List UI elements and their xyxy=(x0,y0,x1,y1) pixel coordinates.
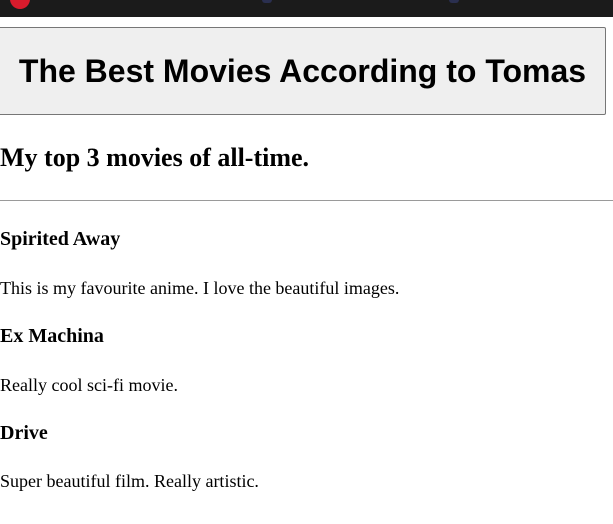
movie-description: Super beautiful film. Really artistic. xyxy=(0,471,259,491)
movie-title: Drive xyxy=(0,422,48,444)
tab-indicator-icon xyxy=(262,0,272,3)
movie-description: This is my favourite anime. I love the b… xyxy=(0,278,400,298)
page-subtitle: My top 3 movies of all-time. xyxy=(0,143,310,172)
page-title-button[interactable]: The Best Movies According to Tomas xyxy=(0,27,606,115)
movie-title: Spirited Away xyxy=(0,228,121,250)
section-divider xyxy=(0,200,613,201)
browser-top-strip xyxy=(0,0,613,17)
movie-title: Ex Machina xyxy=(0,325,104,347)
red-circle-icon xyxy=(10,0,30,9)
movie-description: Really cool sci-fi movie. xyxy=(0,375,178,395)
tab-indicator-icon xyxy=(449,0,459,3)
